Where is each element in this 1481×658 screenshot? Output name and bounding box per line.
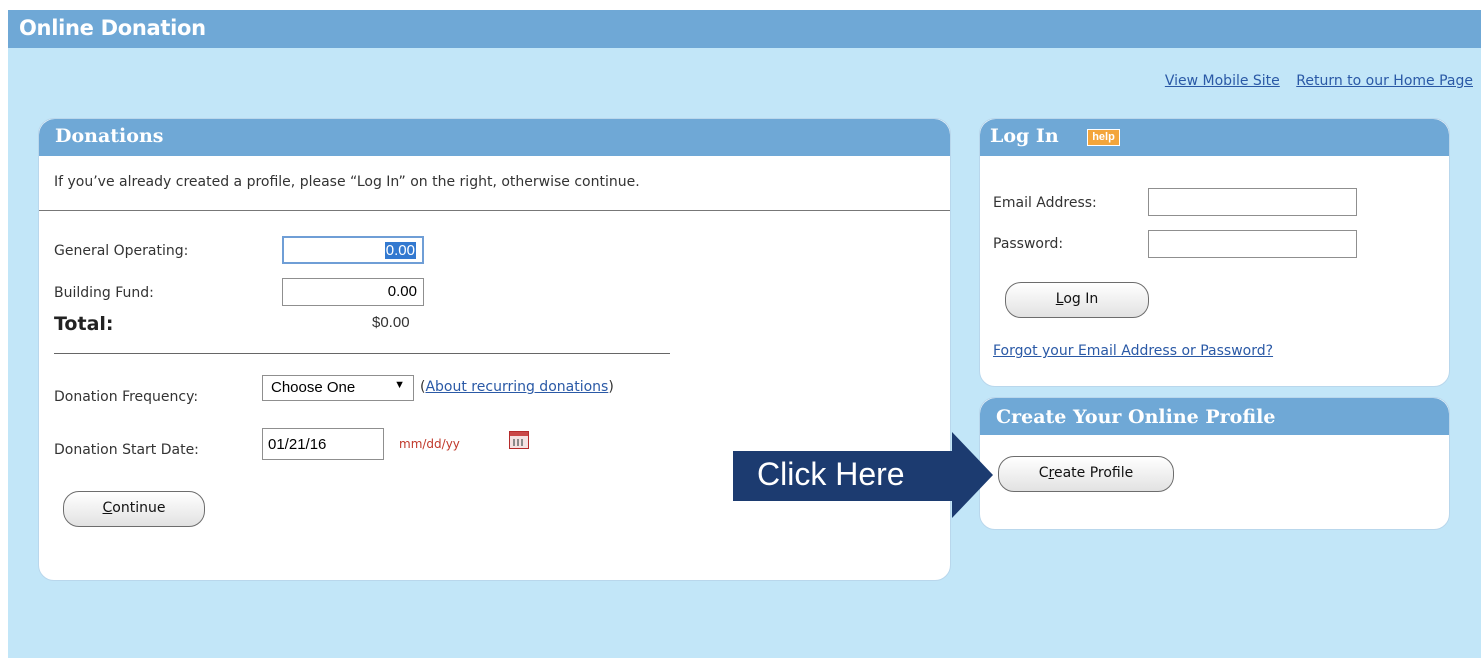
login-panel-header: Log In help: [980, 119, 1449, 156]
continue-accesskey: C: [102, 500, 113, 516]
donation-start-date-input[interactable]: 01/21/16: [262, 428, 384, 460]
recurring-info: (About recurring donations): [420, 379, 614, 395]
calendar-icon[interactable]: [509, 431, 529, 449]
general-operating-label: General Operating:: [54, 243, 189, 259]
create-profile-button[interactable]: Create Profile: [998, 456, 1174, 492]
donations-title: Donations: [55, 125, 164, 147]
donations-intro-text: If you’ve already created a profile, ple…: [54, 174, 640, 190]
continue-button[interactable]: Continue: [63, 491, 205, 527]
donation-start-date-value: 01/21/16: [268, 436, 327, 453]
donation-frequency-value: Choose One: [271, 379, 356, 396]
password-field[interactable]: [1148, 230, 1357, 258]
top-links: View Mobile Site Return to our Home Page: [1153, 73, 1473, 89]
forgot-credentials-link[interactable]: Forgot your Email Address or Password?: [993, 343, 1273, 359]
click-here-callout: Click Here: [733, 432, 993, 518]
callout-text: Click Here: [757, 456, 905, 492]
password-label: Password:: [993, 236, 1064, 252]
building-fund-label: Building Fund:: [54, 285, 154, 301]
dropdown-arrow-icon: ▼: [394, 379, 405, 391]
email-field[interactable]: [1148, 188, 1357, 216]
create-profile-label-end: eate Profile: [1053, 465, 1134, 481]
create-profile-panel-header: Create Your Online Profile: [980, 398, 1449, 435]
help-badge[interactable]: help: [1087, 129, 1120, 146]
title-bar: Online Donation: [8, 10, 1481, 48]
general-operating-input[interactable]: 0.00: [282, 236, 424, 264]
building-fund-input[interactable]: 0.00: [282, 278, 424, 306]
continue-label: ontinue: [112, 500, 166, 516]
forgot-credentials: Forgot your Email Address or Password?: [993, 343, 1273, 359]
create-profile-panel: Create Your Online Profile Create Profil…: [979, 397, 1450, 530]
email-label: Email Address:: [993, 195, 1097, 211]
login-panel: Log In help Email Address: Password: Log…: [979, 118, 1450, 387]
donation-start-date-label: Donation Start Date:: [54, 442, 199, 458]
create-profile-label-start: C: [1038, 465, 1049, 481]
building-fund-value: 0.00: [387, 283, 417, 300]
divider: [39, 210, 950, 211]
total-value: $0.00: [372, 314, 410, 331]
create-profile-title: Create Your Online Profile: [996, 406, 1276, 428]
login-button-label: og In: [1063, 291, 1099, 307]
return-home-link[interactable]: Return to our Home Page: [1296, 73, 1473, 89]
donations-panel-header: Donations: [39, 119, 950, 156]
arrow-right-icon: [952, 432, 993, 518]
total-label: Total:: [54, 313, 114, 335]
divider: [54, 353, 670, 354]
date-format-hint: mm/dd/yy: [399, 437, 460, 451]
donation-frequency-select[interactable]: Choose One ▼: [262, 375, 414, 401]
about-recurring-donations-link[interactable]: About recurring donations: [425, 379, 608, 395]
view-mobile-site-link[interactable]: View Mobile Site: [1165, 73, 1280, 89]
login-button[interactable]: Log In: [1005, 282, 1149, 318]
login-title: Log In: [990, 125, 1059, 147]
donation-frequency-label: Donation Frequency:: [54, 389, 199, 405]
general-operating-value: 0.00: [384, 242, 416, 259]
page-title: Online Donation: [19, 16, 206, 40]
